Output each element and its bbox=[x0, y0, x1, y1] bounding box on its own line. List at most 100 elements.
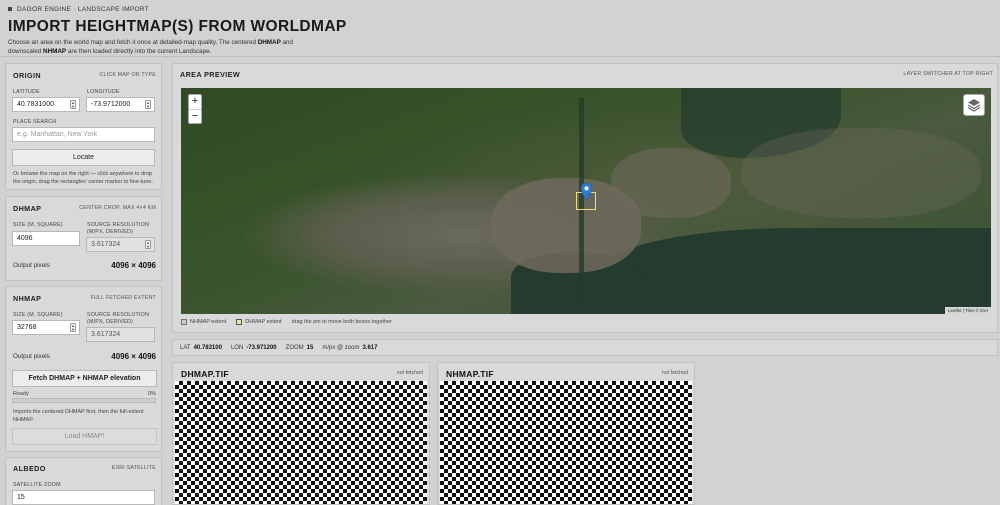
map-suburban-area bbox=[741, 128, 981, 218]
legend-nhmap: NHMAP extent bbox=[181, 319, 226, 325]
latitude-label: LATITUDE bbox=[13, 89, 40, 95]
app-breadcrumb: DAGOR ENGINE · LANDSCAPE IMPORT bbox=[8, 4, 992, 14]
origin-note: Or browse the map on the right — click a… bbox=[13, 171, 153, 185]
nhmap-output-row: Output pixels 4096 × 4096 bbox=[13, 352, 156, 361]
latitude-input[interactable]: 40.7831000 ▴ ▾ bbox=[12, 97, 80, 112]
nhmap-res-input: 3.617324 bbox=[86, 327, 155, 342]
locate-button[interactable]: Locate bbox=[12, 149, 155, 166]
dhmap-res-input: 3.617324 ▴ ▾ bbox=[86, 237, 155, 252]
dhmap-tile-status: not fetched bbox=[396, 370, 423, 376]
nhmap-hint: FULL FETCHED EXTENT bbox=[90, 295, 156, 301]
page-description: Choose an area on the world map and fetc… bbox=[8, 38, 328, 56]
app-square-icon bbox=[8, 7, 12, 11]
map-urban-area bbox=[611, 148, 731, 218]
dhmap-res-value: 3.617324 bbox=[91, 241, 121, 248]
fetch-status-label: Ready bbox=[13, 391, 29, 397]
longitude-value: -73.9712000 bbox=[91, 101, 131, 108]
dhmap-swatch bbox=[236, 319, 243, 325]
fetch-progress-bar bbox=[12, 398, 156, 403]
nhmap-size-label: SIZE (M, SQUARE) bbox=[13, 312, 63, 318]
origin-panel: ORIGIN CLICK MAP OR TYPE LATITUDE 40.783… bbox=[5, 63, 162, 190]
map-zoom-control: + − bbox=[188, 94, 202, 124]
nhmap-tile-status: not fetched bbox=[661, 370, 688, 376]
legend-dhmap: DHMAP extent bbox=[236, 319, 282, 325]
dhmap-res-label: SOURCE RESOLUTION (M/PX, DERIVED) bbox=[87, 222, 149, 235]
nhmap-output-label: Output pixels bbox=[13, 353, 50, 360]
dhmap-panel: DHMAP CENTER CROP, MAX 4×4 KM SIZE (M, S… bbox=[5, 196, 162, 281]
header-divider bbox=[0, 56, 1000, 57]
page-title: IMPORT HEIGHTMAP(S) FROM WORLDMAP bbox=[8, 18, 347, 35]
zoom-in-button[interactable]: + bbox=[189, 95, 201, 109]
nhmap-header: NHMAP FULL FETCHED EXTENT bbox=[13, 291, 156, 305]
dhmap-size-label: SIZE (M, SQUARE) bbox=[13, 222, 63, 228]
dhmap-empty-preview bbox=[175, 381, 427, 504]
nhmap-res-label: SOURCE RESOLUTION (M/PX, DERIVED) bbox=[87, 312, 149, 325]
nhmap-size-input[interactable]: 32768 ▴ ▾ bbox=[12, 320, 80, 335]
nhmap-empty-preview bbox=[440, 381, 692, 504]
dhmap-output-row: Output pixels 4096 × 4096 bbox=[13, 261, 156, 270]
nhmap-tile: NHMAP.TIF not fetched bbox=[437, 362, 695, 505]
dhmap-tile: DHMAP.TIF not fetched bbox=[172, 362, 430, 505]
dhmap-title: DHMAP bbox=[13, 203, 42, 213]
satellite-zoom-value: 15 bbox=[17, 494, 25, 501]
place-search-input[interactable]: e.g. Manhattan, New York bbox=[12, 127, 155, 142]
fetch-elevation-button[interactable]: Fetch DHMAP + NHMAP elevation bbox=[12, 370, 157, 387]
coords-lon-value: -73.971200 bbox=[246, 344, 277, 351]
load-hmap-button[interactable]: Load HMAP! bbox=[12, 428, 157, 445]
dhmap-size-input[interactable]: 4096 bbox=[12, 231, 80, 246]
zoom-out-button[interactable]: − bbox=[189, 109, 201, 123]
dhmap-hint: CENTER CROP, MAX 4×4 KM bbox=[79, 205, 156, 211]
dhmap-size-value: 4096 bbox=[17, 235, 33, 242]
dhmap-tile-title: DHMAP.TIF bbox=[181, 369, 229, 379]
desc-dhmap: DHMAP bbox=[257, 39, 281, 46]
origin-header: ORIGIN CLICK MAP OR TYPE bbox=[13, 68, 156, 82]
latitude-stepper[interactable]: ▴ ▾ bbox=[70, 100, 76, 109]
albedo-panel: ALBEDO ESRI SATELLITE SATELLITE ZOOM 15 bbox=[5, 457, 162, 505]
legend-note: drag the pin to move both boxes together bbox=[291, 319, 392, 325]
dhmap-output-value: 4096 × 4096 bbox=[111, 261, 156, 270]
desc-part: Choose an area on the world map and fetc… bbox=[8, 39, 258, 46]
nhmap-tile-title: NHMAP.TIF bbox=[446, 369, 494, 379]
layer-switcher-button[interactable] bbox=[963, 94, 985, 116]
longitude-input[interactable]: -73.9712000 ▴ ▾ bbox=[86, 97, 155, 112]
nhmap-res-value: 3.617324 bbox=[91, 331, 121, 338]
latitude-value: 40.7831000 bbox=[17, 101, 54, 108]
coords-mpx-label: m/px @ zoom bbox=[322, 344, 360, 351]
albedo-hint: ESRI SATELLITE bbox=[111, 465, 156, 471]
satellite-zoom-input[interactable]: 15 bbox=[12, 490, 155, 505]
preview-hint: LAYER SWITCHER AT TOP RIGHT bbox=[903, 71, 993, 77]
nhmap-panel: NHMAP FULL FETCHED EXTENT SIZE (M, SQUAR… bbox=[5, 286, 162, 452]
preview-header: AREA PREVIEW LAYER SWITCHER AT TOP RIGHT bbox=[180, 67, 993, 81]
coords-lon-label: LON bbox=[230, 344, 244, 351]
longitude-stepper[interactable]: ▴ ▾ bbox=[145, 100, 151, 109]
albedo-title: ALBEDO bbox=[13, 463, 46, 473]
nhmap-note: Imports the centered DHMAP first, then t… bbox=[13, 409, 144, 423]
origin-hint: CLICK MAP OR TYPE bbox=[99, 72, 156, 78]
map-pin-icon[interactable] bbox=[581, 183, 592, 200]
nhmap-title: NHMAP bbox=[13, 293, 42, 303]
coords-lat-value: 40.783100 bbox=[193, 344, 222, 351]
desc-part: are then loaded directly into the curren… bbox=[66, 48, 212, 55]
fetch-status-percent: 0% bbox=[148, 391, 156, 397]
nhmap-size-value: 32768 bbox=[17, 324, 37, 331]
legend-dhmap-label: DHMAP extent bbox=[245, 319, 282, 325]
longitude-label: LONGITUDE bbox=[87, 89, 120, 95]
dhmap-header: DHMAP CENTER CROP, MAX 4×4 KM bbox=[13, 201, 156, 215]
nhmap-size-stepper[interactable]: ▴ ▾ bbox=[70, 323, 76, 332]
map-attribution[interactable]: Leaflet | Tiles © Esri bbox=[945, 307, 991, 314]
place-search-label: PLACE SEARCH bbox=[13, 119, 57, 125]
coords-zoom-label: ZOOM bbox=[285, 344, 304, 351]
satellite-zoom-label: SATELLITE ZOOM bbox=[13, 482, 61, 488]
page-header: DAGOR ENGINE · LANDSCAPE IMPORT IMPORT H… bbox=[8, 4, 992, 56]
app-line-text: DAGOR ENGINE · LANDSCAPE IMPORT bbox=[17, 5, 149, 13]
coordinate-readout: LAT 40.783100 LON -73.971200 ZOOM 15 m/px @… bbox=[172, 339, 998, 356]
coords-lat-label: LAT bbox=[180, 344, 191, 351]
nhmap-output-value: 4096 × 4096 bbox=[111, 352, 156, 361]
map-ocean-water bbox=[601, 228, 991, 314]
nhmap-swatch bbox=[181, 319, 187, 325]
world-map[interactable]: + − Leaflet | Tiles © Esri bbox=[181, 88, 991, 314]
map-legend: NHMAP extent DHMAP extent drag the pin t… bbox=[181, 319, 392, 325]
layers-icon bbox=[967, 99, 981, 112]
legend-nhmap-label: NHMAP extent bbox=[190, 319, 227, 325]
dhmap-res-stepper: ▴ ▾ bbox=[145, 240, 151, 249]
